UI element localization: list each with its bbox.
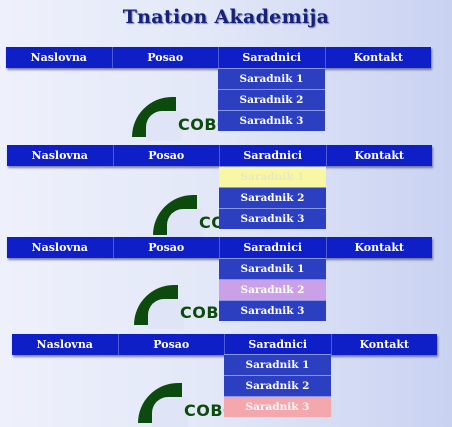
nav-naslovna[interactable]: Naslovna [7,145,114,166]
nav-kontakt[interactable]: Kontakt [327,237,433,258]
nav-saradnici[interactable]: Saradnici [220,145,327,166]
nav-naslovna[interactable]: Naslovna [6,47,113,68]
dropdown-item-saradnik-2[interactable]: Saradnik 2 [219,279,326,300]
nav-kontakt[interactable]: Kontakt [326,47,432,68]
navbar: Naslovna Posao Saradnici Kontakt [12,334,437,355]
saradnici-dropdown: Saradnik 1 Saradnik 2 Saradnik 3 [218,68,325,131]
dropdown-item-saradnik-3[interactable]: Saradnik 3 [219,300,326,321]
navbar: Naslovna Posao Saradnici Kontakt [6,47,431,68]
dropdown-item-saradnik-1[interactable]: Saradnik 1 [219,166,326,187]
dropdown-item-saradnik-3[interactable]: Saradnik 3 [224,396,331,417]
dropdown-item-saradnik-1[interactable]: Saradnik 1 [219,258,326,279]
saradnici-dropdown: Saradnik 1 Saradnik 2 Saradnik 3 [219,166,326,229]
nav-saradnici[interactable]: Saradnici [220,237,327,258]
nav-posao[interactable]: Posao [113,47,219,68]
dropdown-item-saradnik-3[interactable]: Saradnik 3 [218,110,325,131]
dropdown-item-saradnik-2[interactable]: Saradnik 2 [224,375,331,396]
saradnici-dropdown: Saradnik 1 Saradnik 2 Saradnik 3 [219,258,326,321]
dropdown-item-saradnik-2[interactable]: Saradnik 2 [219,187,326,208]
nav-posao[interactable]: Posao [119,334,225,355]
dropdown-item-saradnik-2[interactable]: Saradnik 2 [218,89,325,110]
nav-posao[interactable]: Posao [114,237,220,258]
saradnici-dropdown: Saradnik 1 Saradnik 2 Saradnik 3 [224,354,331,417]
nav-naslovna[interactable]: Naslovna [7,237,114,258]
page-title: Tnation Akademija [122,6,330,28]
dropdown-item-saradnik-1[interactable]: Saradnik 1 [218,68,325,89]
nav-naslovna[interactable]: Naslovna [12,334,119,355]
dropdown-item-saradnik-1[interactable]: Saradnik 1 [224,354,331,375]
navbar: Naslovna Posao Saradnici Kontakt [7,145,432,166]
nav-kontakt[interactable]: Kontakt [327,145,433,166]
nav-saradnici[interactable]: Saradnici [225,334,332,355]
nav-saradnici[interactable]: Saradnici [219,47,326,68]
nav-posao[interactable]: Posao [114,145,220,166]
dropdown-item-saradnik-3[interactable]: Saradnik 3 [219,208,326,229]
nav-kontakt[interactable]: Kontakt [332,334,438,355]
navbar: Naslovna Posao Saradnici Kontakt [7,237,432,258]
